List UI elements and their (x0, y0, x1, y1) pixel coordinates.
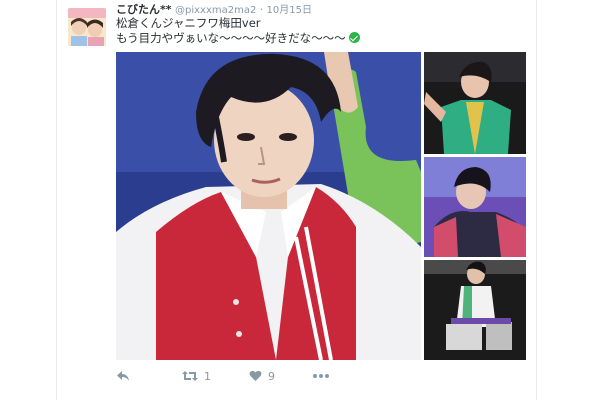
tweet-text-line-2-text: もう目力やヴぁいな〜〜〜〜好きだな〜〜〜 (116, 31, 346, 45)
retweet-count: 1 (204, 369, 211, 383)
tweet-text-line-1: 松倉くんジャニフワ梅田ver (116, 16, 261, 30)
display-name[interactable]: こびたん** (116, 3, 172, 16)
reply-button[interactable] (116, 364, 130, 388)
reply-icon (117, 371, 129, 381)
media-grid (116, 52, 526, 360)
tweet-text: 松倉くんジャニフワ梅田ver もう目力やヴぁいな〜〜〜〜好きだな〜〜〜 (116, 16, 536, 46)
separator-dot: · (259, 5, 264, 16)
thumbnail-1[interactable] (424, 52, 526, 154)
tweet-text-line-2: もう目力やヴぁいな〜〜〜〜好きだな〜〜〜 (116, 31, 536, 46)
tweet-actions: 1 9 (116, 364, 416, 388)
heart-icon (249, 370, 262, 381)
thumbnail-2[interactable] (424, 157, 526, 257)
like-count: 9 (268, 369, 275, 383)
right-border (536, 0, 537, 400)
avatar-image (68, 8, 106, 46)
tweet-header: こびたん** @pixxxma2ma2 · 10月15日 (116, 3, 536, 17)
green-check-emoji-icon (348, 32, 360, 43)
more-button[interactable] (312, 364, 330, 388)
like-button[interactable]: 9 (249, 364, 275, 388)
left-border (56, 0, 57, 400)
retweet-icon (182, 371, 198, 381)
more-dots-icon (313, 374, 329, 378)
tweet-timestamp[interactable]: 10月15日 (267, 5, 312, 16)
avatar[interactable] (68, 8, 106, 46)
tweet-media[interactable] (116, 52, 526, 360)
retweet-button[interactable]: 1 (182, 364, 211, 388)
main-photo[interactable] (116, 52, 421, 360)
user-handle[interactable]: @pixxxma2ma2 (175, 5, 256, 16)
thumbnail-3[interactable] (424, 260, 526, 360)
